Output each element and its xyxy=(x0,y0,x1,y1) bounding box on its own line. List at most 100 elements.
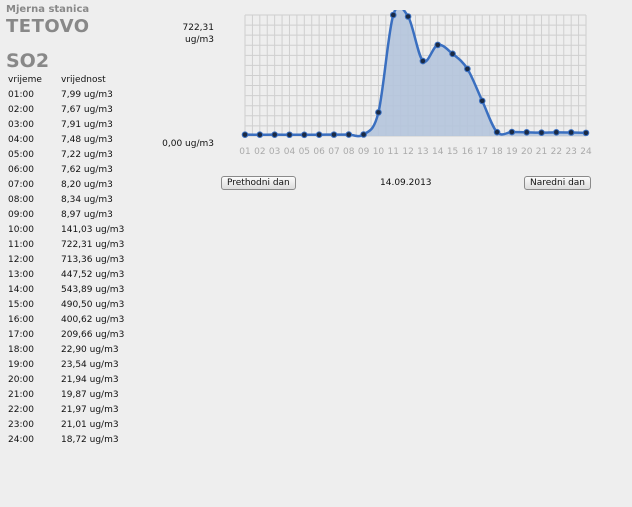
table-row: 21:00 19,87 ug/m3 xyxy=(8,388,124,403)
header-value: vrijednost xyxy=(61,75,106,85)
x-tick-label: 19 xyxy=(506,147,518,157)
x-tick-label: 01 xyxy=(239,147,250,157)
row-value: 7,99 ug/m3 xyxy=(61,90,113,100)
previous-day-button[interactable]: Prethodni dan xyxy=(221,176,296,190)
row-value: 141,03 ug/m3 xyxy=(61,225,125,235)
y-axis-max-unit: ug/m3 xyxy=(185,35,214,45)
row-value: 18,72 ug/m3 xyxy=(61,435,119,445)
table-row: 05:00 7,22 ug/m3 xyxy=(8,148,124,163)
table-row: 17:00 209,66 ug/m3 xyxy=(8,328,124,343)
y-axis-max-value: 722,31 xyxy=(182,23,215,33)
row-value: 22,90 ug/m3 xyxy=(61,345,119,355)
x-tick-label: 12 xyxy=(402,147,413,157)
data-point xyxy=(582,129,590,137)
table-body: 01:00 7,99 ug/m3 02:00 7,67 ug/m3 03:00 7,91 … xyxy=(8,88,124,448)
row-time: 17:00 xyxy=(8,330,34,340)
row-time: 16:00 xyxy=(8,315,34,325)
row-time: 23:00 xyxy=(8,420,34,430)
row-value: 7,22 ug/m3 xyxy=(61,150,113,160)
x-tick-label: 02 xyxy=(254,147,265,157)
x-tick-label: 04 xyxy=(284,147,296,157)
x-tick-label: 21 xyxy=(536,147,547,157)
x-tick-label: 23 xyxy=(565,147,576,157)
table-row: 08:00 8,34 ug/m3 xyxy=(8,193,124,208)
x-tick-label: 20 xyxy=(521,147,533,157)
data-point xyxy=(464,65,471,73)
row-time: 19:00 xyxy=(8,360,34,370)
data-point xyxy=(493,128,501,136)
row-time: 02:00 xyxy=(8,105,34,115)
table-row: 20:00 21,94 ug/m3 xyxy=(8,373,124,388)
row-value: 209,66 ug/m3 xyxy=(61,330,125,340)
table-row: 11:00 722,31 ug/m3 xyxy=(8,238,124,253)
table-row: 19:00 23,54 ug/m3 xyxy=(8,358,124,373)
row-time: 13:00 xyxy=(8,270,34,280)
row-time: 20:00 xyxy=(8,375,34,385)
row-time: 21:00 xyxy=(8,390,34,400)
next-day-button[interactable]: Naredni dan xyxy=(524,176,591,190)
row-value: 8,20 ug/m3 xyxy=(61,180,113,190)
x-tick-label: 22 xyxy=(551,147,562,157)
x-tick-label: 14 xyxy=(432,147,444,157)
row-time: 22:00 xyxy=(8,405,34,415)
table-row: 22:00 21,97 ug/m3 xyxy=(8,403,124,418)
table-header: vrijeme vrijednost xyxy=(8,73,124,88)
row-value: 543,89 ug/m3 xyxy=(61,285,125,295)
data-point xyxy=(301,131,308,139)
x-tick-label: 06 xyxy=(313,147,325,157)
y-axis-min-label: 0,00 ug/m3 xyxy=(162,139,214,149)
x-tick-label: 17 xyxy=(476,147,487,157)
data-point xyxy=(449,50,456,58)
table-row: 13:00 447,52 ug/m3 xyxy=(8,268,124,283)
data-point xyxy=(404,13,412,20)
table-row: 01:00 7,99 ug/m3 xyxy=(8,88,124,103)
row-time: 03:00 xyxy=(8,120,34,130)
row-value: 19,87 ug/m3 xyxy=(61,390,119,400)
row-value: 23,54 ug/m3 xyxy=(61,360,119,370)
measurement-table: vrijeme vrijednost 01:00 7,99 ug/m3 02:00 7,… xyxy=(8,73,124,448)
header-time: vrijeme xyxy=(8,75,42,85)
row-value: 400,62 ug/m3 xyxy=(61,315,125,325)
data-point xyxy=(360,131,367,138)
row-time: 09:00 xyxy=(8,210,34,220)
row-time: 08:00 xyxy=(8,195,34,205)
data-point xyxy=(315,131,323,139)
row-time: 11:00 xyxy=(8,240,34,250)
row-time: 15:00 xyxy=(8,300,34,310)
table-row: 06:00 7,62 ug/m3 xyxy=(8,163,124,178)
table-row: 07:00 8,20 ug/m3 xyxy=(8,178,124,193)
x-tick-label: 09 xyxy=(358,147,370,157)
row-value: 7,67 ug/m3 xyxy=(61,105,113,115)
x-tick-label: 05 xyxy=(299,147,310,157)
row-value: 447,52 ug/m3 xyxy=(61,270,125,280)
row-value: 8,34 ug/m3 xyxy=(61,195,113,205)
x-tick-label: 08 xyxy=(343,147,355,157)
pollutant-title: SO2 xyxy=(6,50,50,72)
station-label: Mjerna stanica xyxy=(6,4,90,15)
row-time: 06:00 xyxy=(8,165,34,175)
table-row: 24:00 18,72 ug/m3 xyxy=(8,433,124,448)
so2-chart: 01 02 03 04 05 06 07 08 09 10 11 12 13 14 15 16 17 18 19 20… xyxy=(239,10,592,157)
row-value: 713,36 ug/m3 xyxy=(61,255,125,265)
data-point xyxy=(389,11,397,19)
row-value: 21,94 ug/m3 xyxy=(61,375,119,385)
data-point xyxy=(567,129,575,136)
table-row: 10:00 141,03 ug/m3 xyxy=(8,223,124,238)
row-time: 01:00 xyxy=(8,90,34,100)
table-row: 23:00 21,01 ug/m3 xyxy=(8,418,124,433)
data-point xyxy=(434,41,442,49)
row-time: 04:00 xyxy=(8,135,34,145)
data-point xyxy=(271,131,278,138)
current-date: 14.09.2013 xyxy=(380,178,432,188)
row-value: 7,91 ug/m3 xyxy=(61,120,113,130)
row-value: 722,31 ug/m3 xyxy=(61,240,125,250)
y-axis-max-label: 722,31 ug/m3 xyxy=(180,22,215,46)
x-tick-label: 11 xyxy=(388,147,399,157)
table-row: 14:00 543,89 ug/m3 xyxy=(8,283,124,298)
x-tick-label: 13 xyxy=(417,147,428,157)
table-row: 03:00 7,91 ug/m3 xyxy=(8,118,124,133)
data-point xyxy=(538,129,545,136)
table-row: 04:00 7,48 ug/m3 xyxy=(8,133,124,148)
x-tick-label: 07 xyxy=(328,147,339,157)
row-value: 21,01 ug/m3 xyxy=(61,420,119,430)
